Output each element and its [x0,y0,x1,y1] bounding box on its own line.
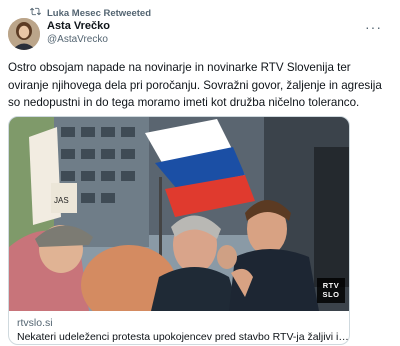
rtv-logo-badge: RTV SLO [317,278,345,303]
protest-sign-text: JAS [54,196,69,205]
retweet-context[interactable]: Luka Mesec Retweeted [30,6,151,20]
retweet-icon [30,6,41,20]
card-image[interactable]: JAS RTV SLO [9,117,349,311]
author-handle[interactable]: @AstaVrecko [47,33,110,47]
more-options-icon[interactable]: ··· [365,20,382,34]
tweet-text: Ostro obsojam napade na novinarje in nov… [8,61,382,109]
retweet-label: Luka Mesec Retweeted [47,7,152,19]
author-block[interactable]: Asta Vrečko @AstaVrecko [47,19,110,47]
card-title[interactable]: Nekateri udeleženci protesta upokojencev… [17,331,349,343]
card-domain[interactable]: rtvslo.si [17,317,53,329]
link-card[interactable]: JAS RTV SLO rtvslo.si Nekateri udeleženc… [8,116,350,345]
avatar[interactable] [8,18,40,50]
author-name[interactable]: Asta Vrečko [47,19,110,33]
